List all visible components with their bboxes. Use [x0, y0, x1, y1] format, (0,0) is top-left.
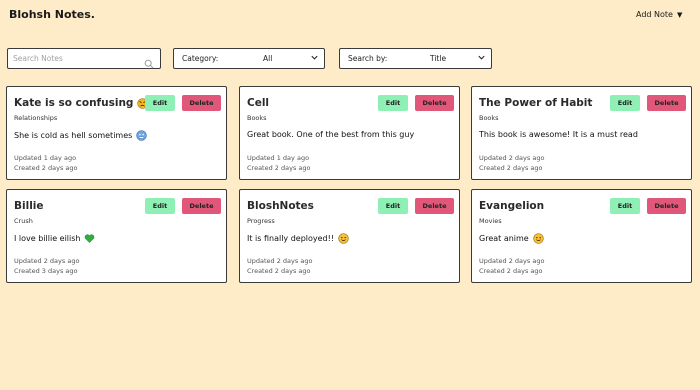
note-updated: Updated 2 days ago: [479, 154, 545, 162]
delete-button[interactable]: Delete: [182, 198, 221, 214]
note-title: Cell: [247, 97, 270, 109]
note-title: BloshNotes: [247, 200, 314, 212]
smiling-face-icon: [338, 233, 349, 244]
note-body: Great anime: [479, 234, 529, 243]
chevron-down-icon: ▼: [676, 10, 683, 19]
search-input[interactable]: [13, 51, 143, 65]
delete-button[interactable]: Delete: [182, 95, 221, 111]
note-title: Evangelion: [479, 200, 545, 212]
note-updated: Updated 2 days ago: [14, 257, 80, 265]
edit-button[interactable]: Edit: [378, 95, 408, 111]
note-body: Great book. One of the best from this gu…: [247, 130, 415, 139]
brand-logo-text[interactable]: Blohsh Notes.: [9, 8, 95, 21]
chevron-down-icon: [477, 53, 486, 62]
edit-button[interactable]: Edit: [378, 198, 408, 214]
note-updated: Updated 2 days ago: [479, 257, 545, 265]
note-body: I love billie eilish: [14, 234, 81, 243]
note-title-row: BloshNotes: [247, 200, 314, 212]
note-updated: Updated 2 days ago: [247, 257, 313, 265]
note-body-row: This book is awesome! It is a must read: [479, 130, 638, 139]
delete-button[interactable]: Delete: [647, 95, 686, 111]
delete-button[interactable]: Delete: [415, 95, 454, 111]
note-title-row: The Power of Habit: [479, 97, 592, 109]
note-card[interactable]: The Power of Habit Edit Delete Books Thi…: [471, 86, 692, 180]
green-heart-icon: [84, 233, 95, 244]
note-title-row: Kate is so confusing: [14, 97, 149, 109]
edit-button[interactable]: Edit: [610, 95, 640, 111]
note-title-row: Evangelion: [479, 200, 544, 212]
note-created: Created 2 days ago: [14, 164, 78, 172]
note-updated: Updated 1 day ago: [247, 154, 310, 162]
note-body: This book is awesome! It is a must read: [479, 130, 638, 139]
note-created: Created 3 days ago: [14, 267, 78, 275]
add-note-label: Add Note: [636, 10, 673, 19]
note-card[interactable]: Evangelion Edit Delete Movies Great anim…: [471, 189, 692, 283]
note-category: Progress: [247, 217, 275, 225]
smiling-face-icon: [533, 233, 544, 244]
note-created: Created 2 days ago: [479, 164, 543, 172]
delete-button[interactable]: Delete: [647, 198, 686, 214]
note-title: The Power of Habit: [479, 97, 593, 109]
note-card[interactable]: BloshNotes Edit Delete Progress It is fi…: [239, 189, 460, 283]
note-category: Relationships: [14, 114, 58, 122]
cold-face-icon: [136, 130, 147, 141]
note-card[interactable]: Kate is so confusing Edit Delete Relatio…: [6, 86, 227, 180]
note-created: Created 2 days ago: [247, 267, 311, 275]
note-card[interactable]: Billie Edit Delete Crush I love billie e…: [6, 189, 227, 283]
note-updated: Updated 1 day ago: [14, 154, 77, 162]
note-category: Crush: [14, 217, 33, 225]
note-body-row: I love billie eilish: [14, 233, 95, 244]
note-title-row: Billie: [14, 200, 44, 212]
search-icon[interactable]: [144, 54, 154, 69]
category-select[interactable]: Category: All: [173, 48, 325, 69]
note-body: It is finally deployed!!: [247, 234, 335, 243]
category-select-value: All: [263, 54, 273, 63]
note-card[interactable]: Cell Edit Delete Books Great book. One o…: [239, 86, 460, 180]
app-header: Blohsh Notes. Add Note ▼: [0, 0, 700, 30]
add-note-button[interactable]: Add Note ▼: [636, 10, 682, 19]
note-body-row: Great book. One of the best from this gu…: [247, 130, 414, 139]
chevron-down-icon: [310, 53, 319, 62]
note-body-row: Great anime: [479, 233, 544, 244]
note-category: Books: [479, 114, 499, 122]
note-title: Kate is so confusing: [14, 97, 134, 109]
note-body-row: She is cold as hell sometimes: [14, 130, 147, 141]
note-created: Created 2 days ago: [247, 164, 311, 172]
edit-button[interactable]: Edit: [610, 198, 640, 214]
edit-button[interactable]: Edit: [145, 95, 175, 111]
note-category: Books: [247, 114, 267, 122]
search-by-select-label: Search by:: [348, 54, 388, 63]
note-body-row: It is finally deployed!!: [247, 233, 349, 244]
search-by-select[interactable]: Search by: Title: [339, 48, 492, 69]
search-by-select-value: Title: [430, 54, 447, 63]
delete-button[interactable]: Delete: [415, 198, 454, 214]
note-created: Created 2 days ago: [479, 267, 543, 275]
search-box[interactable]: [7, 48, 161, 69]
note-title: Billie: [14, 200, 44, 212]
category-select-label: Category:: [182, 54, 219, 63]
note-category: Movies: [479, 217, 502, 225]
edit-button[interactable]: Edit: [145, 198, 175, 214]
note-title-row: Cell: [247, 97, 269, 109]
note-body: She is cold as hell sometimes: [14, 131, 133, 140]
